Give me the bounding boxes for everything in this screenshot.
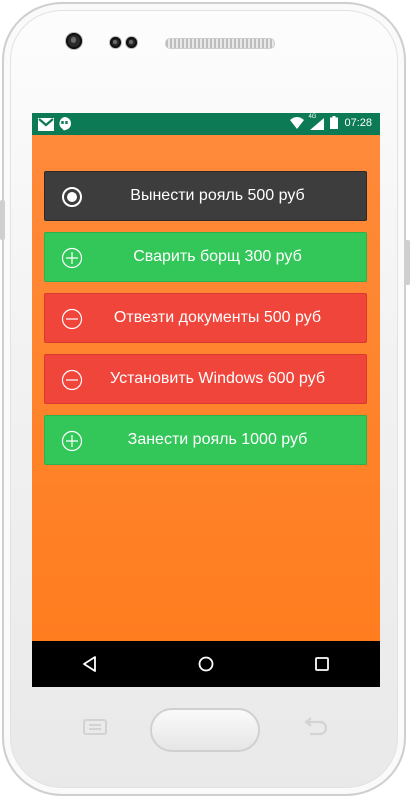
back-icon[interactable] xyxy=(81,655,99,673)
network-type: 4G xyxy=(308,113,317,120)
recents-icon[interactable] xyxy=(313,655,331,673)
home-icon[interactable] xyxy=(197,655,215,673)
status-time: 07:28 xyxy=(344,116,372,129)
status-bar: 4G 07:28 xyxy=(32,113,380,135)
volume-button xyxy=(0,200,5,240)
earpiece-speaker xyxy=(165,38,275,49)
plus-circle-icon xyxy=(61,247,83,269)
task-list: Вынести рояль 500 руб Сварить борщ 300 р… xyxy=(32,135,380,641)
hardware-home-button[interactable] xyxy=(150,708,260,752)
navigation-bar xyxy=(32,641,380,687)
task-label: Отвезти документы 500 руб xyxy=(113,309,322,326)
menu-key-icon[interactable] xyxy=(80,716,110,736)
task-item-3[interactable]: Установить Windows 600 руб xyxy=(44,354,367,404)
task-item-0[interactable]: Вынести рояль 500 руб xyxy=(44,171,367,221)
battery-icon xyxy=(330,116,339,129)
radio-selected-icon xyxy=(62,187,82,207)
minus-circle-icon xyxy=(61,308,83,330)
sensor-right xyxy=(126,37,137,48)
task-label: Сварить борщ 300 руб xyxy=(133,248,302,265)
task-label: Установить Windows 600 руб xyxy=(110,370,325,387)
hangouts-icon xyxy=(59,117,71,131)
front-camera xyxy=(66,33,82,49)
wifi-icon xyxy=(290,116,305,129)
gmail-icon xyxy=(38,117,54,131)
task-label: Вынести рояль 500 руб xyxy=(130,187,305,204)
task-label: Занести рояль 1000 руб xyxy=(127,431,308,448)
task-item-1[interactable]: Сварить борщ 300 руб xyxy=(44,232,367,282)
minus-circle-icon xyxy=(61,369,83,391)
task-item-2[interactable]: Отвезти документы 500 руб xyxy=(44,293,367,343)
task-item-4[interactable]: Занести рояль 1000 руб xyxy=(44,415,367,465)
power-button xyxy=(405,240,410,285)
screen: 4G 07:28 Вынести рояль 500 руб Сварить б… xyxy=(32,113,380,687)
plus-circle-icon xyxy=(61,430,83,452)
back-key-icon[interactable] xyxy=(300,716,330,736)
sensor-left xyxy=(110,37,121,48)
